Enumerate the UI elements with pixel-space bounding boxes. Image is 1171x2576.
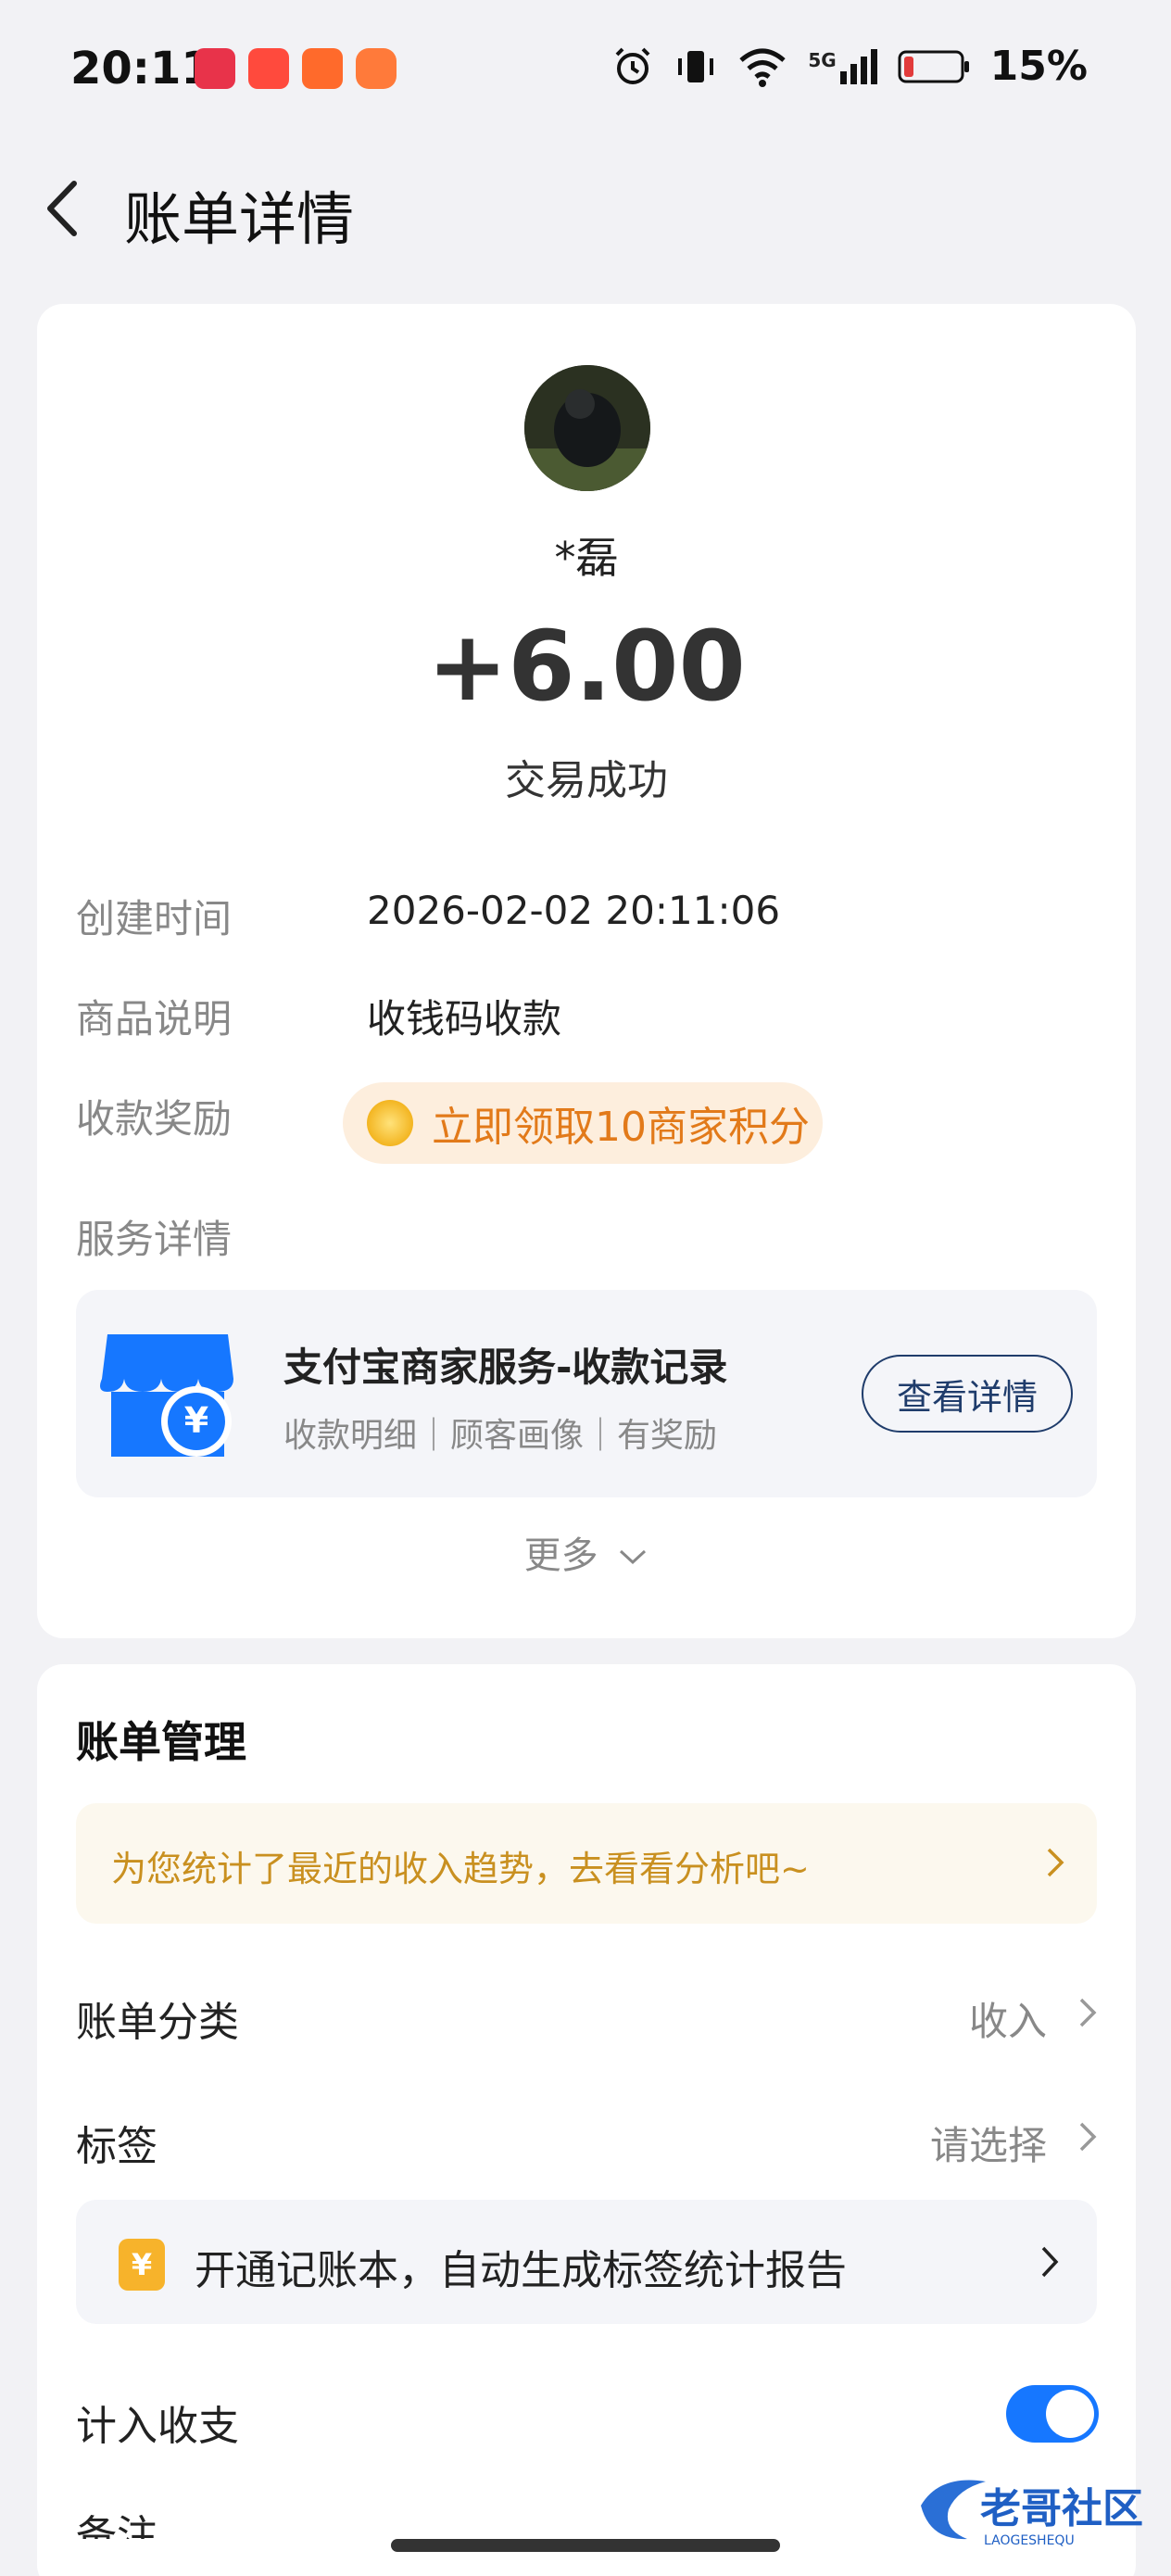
taobao-app-icon [248, 48, 289, 89]
category-label: 账单分类 [76, 1999, 239, 2046]
music-app-icon [195, 48, 235, 89]
transaction-status: 交易成功 [505, 757, 668, 804]
tag-label: 标签 [76, 2123, 157, 2170]
battery-percent: 15% [989, 43, 1088, 90]
chevron-right-icon [1047, 1848, 1064, 1877]
chevron-right-icon [1041, 2246, 1059, 2278]
include-in-stats-toggle[interactable] [1006, 2385, 1099, 2443]
toggle-knob [1046, 2390, 1094, 2438]
watermark-logo: 老哥社区 LAOGESHEQU [912, 2469, 1152, 2552]
created-time-value: 2026-02-02 20:11:06 [367, 888, 781, 933]
more-toggle[interactable]: 更多 [37, 1525, 1136, 1579]
service-title: 支付宝商家服务-收款记录 [283, 1345, 728, 1390]
transaction-card: *磊 +6.00 交易成功 创建时间 2026-02-02 20:11:06 商… [37, 304, 1136, 1638]
signal-5g-icon: 5G [808, 48, 877, 84]
vibrate-icon [678, 50, 714, 82]
note-label: 备注 [76, 2512, 157, 2539]
transaction-amount: +6.00 [427, 610, 746, 723]
include-in-stats-label: 计入收支 [76, 2403, 239, 2450]
chevron-left-icon[interactable] [37, 176, 93, 241]
payer-name: *磊 [554, 533, 619, 583]
watermark-subtext: LAOGESHEQU [984, 2533, 1075, 2548]
status-bar: 20:11 5G 15% [0, 0, 1171, 139]
watermark-text: 老哥社区 [980, 2485, 1143, 2532]
avatar [524, 365, 650, 491]
income-trend-tip[interactable]: 为您统计了最近的收入趋势，去看看分析吧~ [76, 1803, 1097, 1924]
category-value: 收入 [968, 1999, 1047, 2044]
coin-icon [367, 1100, 413, 1146]
wifi-icon [739, 48, 786, 87]
service-label: 服务详情 [76, 1217, 233, 1262]
merchant-service-card[interactable]: ¥ 支付宝商家服务-收款记录 收款明细｜顾客画像｜有奖励 查看详情 [76, 1290, 1097, 1497]
more-label: 更多 [523, 1534, 598, 1577]
shopping-app-icon [302, 48, 343, 89]
created-time-label: 创建时间 [76, 896, 233, 941]
bill-management-card: 账单管理 为您统计了最近的收入趋势，去看看分析吧~ 账单分类 收入 标签 请选择… [37, 1664, 1136, 2576]
battery-icon [898, 50, 969, 82]
game-app-icon [356, 48, 397, 89]
reward-label: 收款奖励 [76, 1096, 233, 1142]
svg-text:¥: ¥ [184, 1400, 208, 1441]
view-details-button[interactable]: 查看详情 [862, 1355, 1073, 1433]
book-text: 开通记账本，自动生成标签统计报告 [195, 2247, 847, 2294]
notification-icons [195, 48, 397, 89]
merchant-store-icon: ¥ [100, 1334, 233, 1457]
status-time: 20:11 [70, 43, 212, 95]
page-title: 账单详情 [124, 185, 355, 253]
alarm-icon [615, 47, 650, 84]
reward-claim-button[interactable]: 立即领取10商家积分 [343, 1082, 823, 1164]
section-title: 账单管理 [76, 1717, 246, 1767]
accounting-book-banner[interactable]: ¥ 开通记账本，自动生成标签统计报告 [76, 2200, 1097, 2324]
service-subtitle: 收款明细｜顾客画像｜有奖励 [283, 1417, 718, 1455]
tag-value: 请选择 [929, 2123, 1047, 2168]
chevron-down-icon [620, 1549, 647, 1565]
tip-text: 为您统计了最近的收入趋势，去看看分析吧~ [111, 1849, 810, 1889]
product-label: 商品说明 [76, 996, 233, 1042]
yuan-ticket-icon: ¥ [119, 2239, 165, 2291]
nav-header: 账单详情 [0, 158, 1171, 259]
reward-text: 立即领取10商家积分 [432, 1104, 810, 1151]
status-indicators: 5G 15% [611, 43, 1088, 90]
chevron-right-icon [1079, 1998, 1097, 2027]
chevron-right-icon [1079, 2122, 1097, 2152]
home-indicator[interactable] [391, 2539, 780, 2552]
product-value: 收钱码收款 [367, 996, 562, 1042]
network-type: 5G [808, 48, 837, 71]
